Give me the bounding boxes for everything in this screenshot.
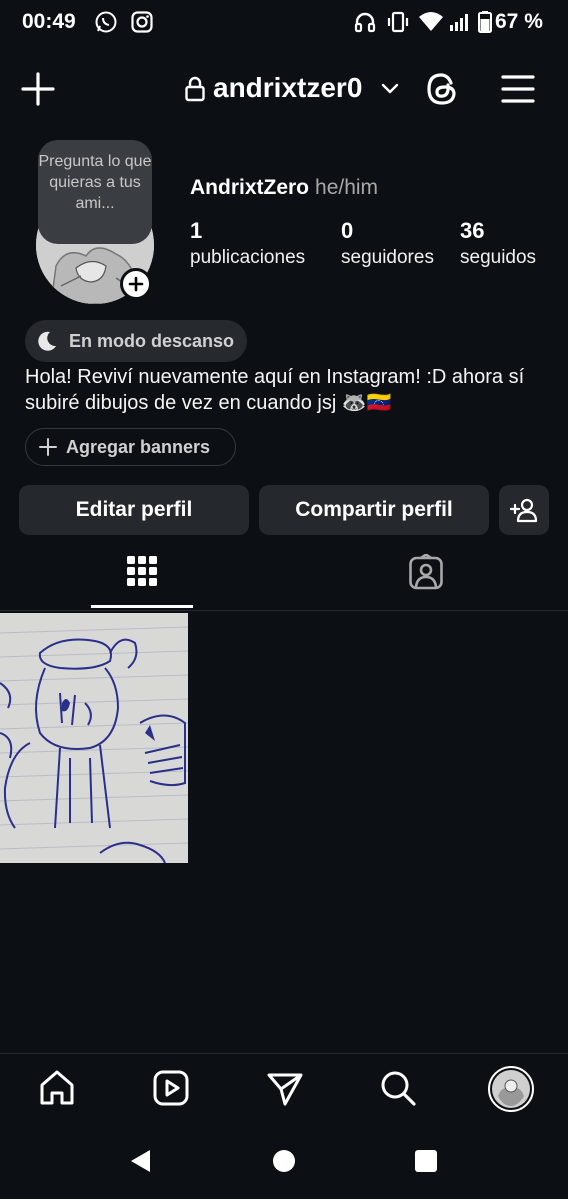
tabs-divider (0, 610, 568, 611)
lock-icon (185, 76, 205, 102)
signal-icon (450, 14, 468, 31)
add-story-button[interactable] (120, 268, 152, 300)
status-time: 00:49 (22, 10, 76, 33)
plus-icon (39, 438, 57, 456)
instagram-icon (131, 11, 153, 33)
add-person-icon (510, 498, 538, 523)
discover-people-button[interactable] (499, 485, 549, 535)
username-title[interactable]: andrixtzer0 (213, 72, 362, 104)
pronouns: he/him (315, 176, 379, 199)
stat-following-count[interactable]: 36 (460, 218, 484, 244)
battery-icon (478, 11, 492, 33)
plus-icon[interactable] (20, 71, 56, 107)
direct-icon[interactable] (266, 1070, 304, 1108)
add-banners-label: Agregar banners (66, 436, 211, 457)
post-thumbnail[interactable] (0, 613, 188, 863)
note-bubble[interactable]: Pregunta lo que quieras a tus ami... (38, 140, 152, 244)
active-tab-indicator (91, 605, 193, 608)
reels-icon[interactable] (152, 1069, 190, 1107)
whatsapp-icon (95, 11, 117, 33)
chevron-down-icon[interactable] (380, 80, 400, 96)
menu-icon[interactable] (500, 72, 536, 106)
tagged-icon[interactable] (408, 554, 444, 590)
edit-profile-button[interactable]: Editar perfil (19, 485, 249, 535)
moon-icon (38, 331, 56, 351)
recents-icon[interactable] (414, 1149, 438, 1173)
battery-percentage: 67 % (495, 10, 543, 33)
threads-icon[interactable] (424, 71, 460, 107)
grid-icon[interactable] (126, 555, 158, 587)
plus-icon (128, 276, 144, 292)
wifi-icon (419, 12, 443, 31)
back-icon[interactable] (128, 1148, 154, 1174)
stat-following-label[interactable]: seguidos (460, 247, 536, 269)
home-icon[interactable] (38, 1069, 76, 1107)
headphones-icon (354, 12, 376, 33)
vibrate-icon (387, 11, 409, 33)
stat-posts-count[interactable]: 1 (190, 218, 202, 244)
stat-posts-label[interactable]: publicaciones (190, 247, 305, 269)
stat-followers-count[interactable]: 0 (341, 218, 353, 244)
search-icon[interactable] (379, 1069, 417, 1107)
profile-avatar[interactable] (488, 1066, 534, 1112)
display-name: AndrixtZero he/him (190, 176, 378, 200)
stat-followers-label[interactable]: seguidores (341, 247, 434, 269)
share-profile-button[interactable]: Compartir perfil (259, 485, 489, 535)
home-circle-icon[interactable] (272, 1149, 296, 1173)
rest-mode-label: En modo descanso (69, 330, 235, 351)
bio: Hola! Reviví nuevamente aquí en Instagra… (25, 366, 525, 414)
rest-mode-chip[interactable]: En modo descanso (25, 320, 247, 362)
display-name-text: AndrixtZero (190, 176, 310, 199)
add-banners-button[interactable]: Agregar banners (25, 428, 236, 466)
